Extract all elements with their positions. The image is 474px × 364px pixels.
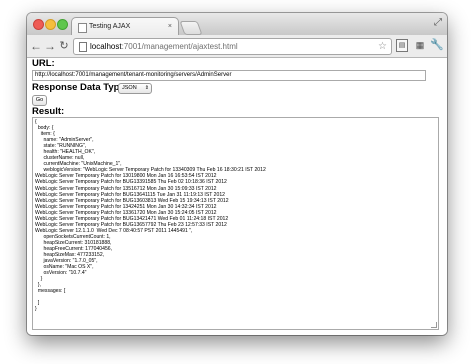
bookmark-star-icon[interactable]: ☆ [378,39,387,54]
result-line: } [35,306,37,313]
url-path: :7001/management/ajaxtest.html [121,42,238,51]
browser-window: Testing AJAX × ⤢ ← → ↻ localhost:7001/ma… [27,13,447,335]
minimize-window-button[interactable] [45,19,56,30]
browser-toolbar: ← → ↻ localhost:7001/management/ajaxtest… [27,35,447,58]
result-heading: Result: [32,106,65,117]
select-arrows-icon: ⇕ [144,85,149,91]
tab-title: Testing AJAX [89,23,131,30]
result-textarea[interactable]: { body: { item: { name: "AdminServer", s… [32,117,439,330]
url-host: localhost [90,42,122,51]
url-input[interactable]: http://localhost:7001/management/tenant-… [32,70,426,81]
result-text: { body: { item: { name: "AdminServer", s… [33,118,438,314]
forward-arrow-icon[interactable]: → [43,38,57,54]
extension-page-icon[interactable]: ▤ [396,39,408,52]
page-icon [79,42,87,52]
address-url: localhost:7001/management/ajaxtest.html [90,39,238,54]
page-menu-icon[interactable]: ▦ [414,39,426,52]
address-bar[interactable]: localhost:7001/management/ajaxtest.html … [73,38,392,55]
url-heading: URL: [32,58,55,69]
result-line: osVersion: "10.7.4" [35,270,87,277]
tab-testing-ajax[interactable]: Testing AJAX × [71,17,179,36]
page-icon [78,23,87,33]
wrench-icon[interactable]: 🔧 [430,39,444,52]
fullscreen-icon[interactable]: ⤢ [434,17,442,29]
tab-close-icon[interactable]: × [168,18,172,36]
zoom-window-button[interactable] [57,19,68,30]
close-window-button[interactable] [33,19,44,30]
response-type-value: JSON [122,85,137,91]
go-button[interactable]: Go [32,95,47,106]
response-type-select[interactable]: JSON ⇕ [118,83,152,94]
result-line: messages: [ [35,288,66,295]
response-type-label: Response Data Type: [32,82,128,93]
title-bar: Testing AJAX × ⤢ [27,13,447,36]
back-arrow-icon[interactable]: ← [29,38,43,54]
page-content: URL: http://localhost:7001/management/te… [27,58,447,335]
resize-grip-icon[interactable] [431,322,437,328]
reload-icon[interactable]: ↻ [57,38,71,54]
new-tab-button[interactable] [179,21,203,35]
